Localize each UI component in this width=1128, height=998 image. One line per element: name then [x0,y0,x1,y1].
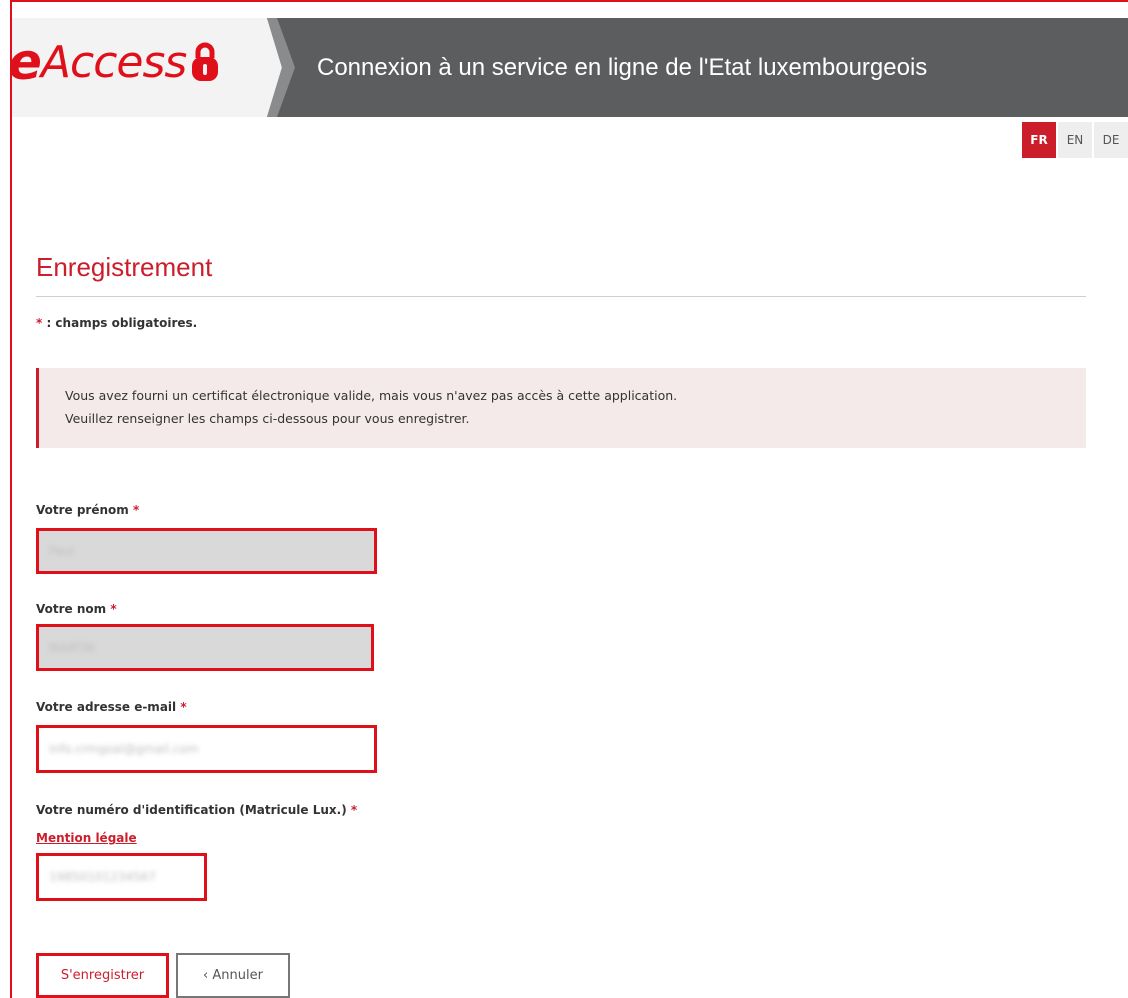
id-number-field [36,853,207,901]
alert-line-2: Veuillez renseigner les champs ci-dessou… [65,411,470,426]
highlight-frame-left [10,0,12,998]
highlight-frame-top [10,0,1128,2]
lock-icon [192,42,219,81]
info-alert: Vous avez fourni un certificat électroni… [36,368,1086,448]
logo-prefix: e [8,33,42,91]
last-name-label: Votre nom * [36,602,117,616]
last-name-field [36,624,374,671]
cancel-button-label: Annuler [212,968,263,983]
email-input[interactable] [39,728,374,770]
lang-de[interactable]: DE [1094,122,1128,158]
header-title: Connexion à un service en ligne de l'Eta… [317,54,928,81]
required-note-text: : champs obligatoires. [42,316,198,330]
id-number-input[interactable] [39,856,204,898]
email-field [36,725,377,773]
email-label: Votre adresse e-mail * [36,700,187,714]
id-number-required-star: * [350,803,358,817]
legal-notice-link[interactable]: Mention légale [36,831,137,845]
first-name-label: Votre prénom * [36,503,139,517]
cancel-button[interactable]: ‹ Annuler [176,953,290,998]
logo-text: Access [40,36,187,88]
email-label-text: Votre adresse e-mail [36,700,177,714]
first-name-field [36,528,377,574]
last-name-required-star: * [110,602,117,616]
lang-en[interactable]: EN [1058,122,1092,158]
site-header: e Access Connexion à un service en ligne … [12,18,1128,117]
id-number-label: Votre numéro d'identification (Matricule… [36,803,357,817]
first-name-label-text: Votre prénom [36,503,129,517]
eaccess-logo[interactable]: e Access [8,32,220,92]
logo-panel: e Access [12,18,282,117]
required-fields-note: * : champs obligatoires. [36,316,197,330]
last-name-label-text: Votre nom [36,602,107,616]
id-number-label-text: Votre numéro d'identification (Matricule… [36,803,347,817]
title-divider [36,296,1086,297]
register-button[interactable]: S'enregistrer [36,953,169,998]
first-name-required-star: * [132,503,140,517]
chevron-left-icon: ‹ [203,968,209,983]
lang-fr[interactable]: FR [1022,122,1056,158]
email-required-star: * [180,700,187,714]
first-name-input[interactable] [39,531,374,571]
alert-line-1: Vous avez fourni un certificat électroni… [65,388,678,403]
page-title: Enregistrement [36,252,213,282]
language-switcher: FR EN DE [1020,122,1128,158]
last-name-input[interactable] [39,627,371,668]
